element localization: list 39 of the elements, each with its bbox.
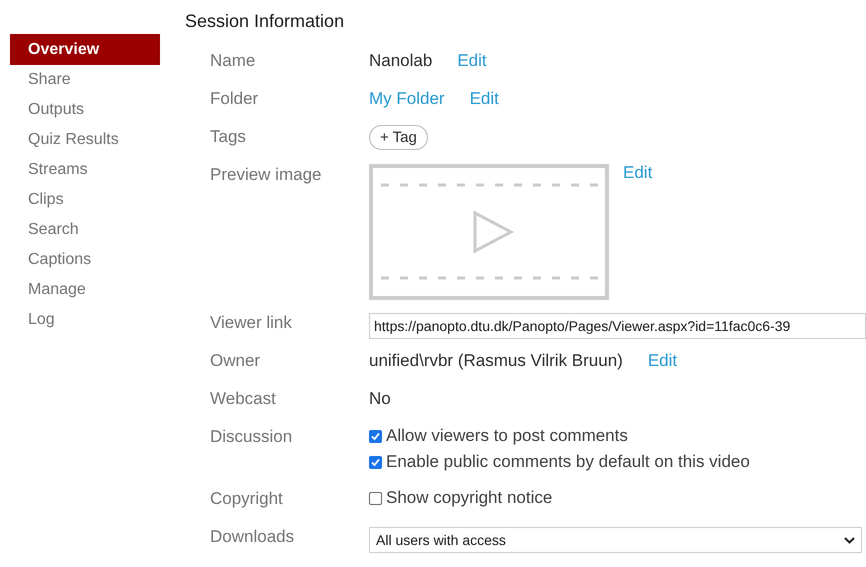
field-label: Preview image (210, 165, 322, 184)
field-label: Webcast (210, 389, 276, 408)
field-value: Nanolab (369, 51, 432, 71)
checkbox[interactable] (369, 456, 382, 468)
field-label: Name (210, 51, 256, 70)
field-value: unified\rvbr (Rasmus Vilrik Bruun) (369, 351, 623, 371)
add-tag-button[interactable]: + Tag (369, 124, 428, 150)
sidebar-item[interactable]: Clips (10, 185, 160, 215)
downloads-dropdown[interactable]: All users with access (369, 527, 862, 553)
sidebar-item[interactable]: Manage (10, 275, 160, 305)
sidebar-item[interactable]: Captions (10, 245, 160, 275)
field-label: Viewer link (210, 313, 292, 332)
edit-link[interactable]: Edit (470, 89, 499, 109)
checkbox-label: Show copyright notice (386, 488, 552, 508)
field-value: No (369, 389, 391, 409)
field-label: Tags (210, 127, 246, 146)
checkbox[interactable] (369, 492, 382, 504)
edit-link[interactable]: Edit (457, 51, 487, 71)
chevron-down-icon (844, 536, 855, 544)
checkbox-label: Allow viewers to post comments (386, 426, 628, 446)
section-title: Session Information (185, 11, 344, 32)
folder-link[interactable]: My Folder (369, 89, 445, 109)
edit-link[interactable]: Edit (623, 163, 652, 183)
sidebar-item[interactable]: Outputs (10, 95, 160, 125)
sidebar-item[interactable]: Log (10, 305, 160, 335)
edit-link[interactable]: Edit (648, 351, 678, 371)
sidebar-item[interactable]: Streams (10, 155, 160, 185)
sidebar-item[interactable]: Search (10, 215, 160, 245)
checkbox-label: Enable public comments by default on this video (386, 452, 750, 472)
field-label: Downloads (210, 527, 294, 546)
sidebar-item[interactable]: Share (10, 65, 160, 95)
field-label: Folder (210, 89, 258, 108)
sidebar-item[interactable]: Quiz Results (10, 125, 160, 155)
checkbox[interactable] (369, 430, 382, 442)
sidebar-item[interactable]: Overview (10, 34, 160, 65)
field-label: Discussion (210, 427, 292, 446)
field-label: Copyright (210, 489, 283, 508)
viewer-link-field[interactable]: https://panopto.dtu.dk/Panopto/Pages/Viewer.aspx?id=11fac0c6-39 (369, 313, 866, 339)
field-label: Owner (210, 351, 260, 370)
